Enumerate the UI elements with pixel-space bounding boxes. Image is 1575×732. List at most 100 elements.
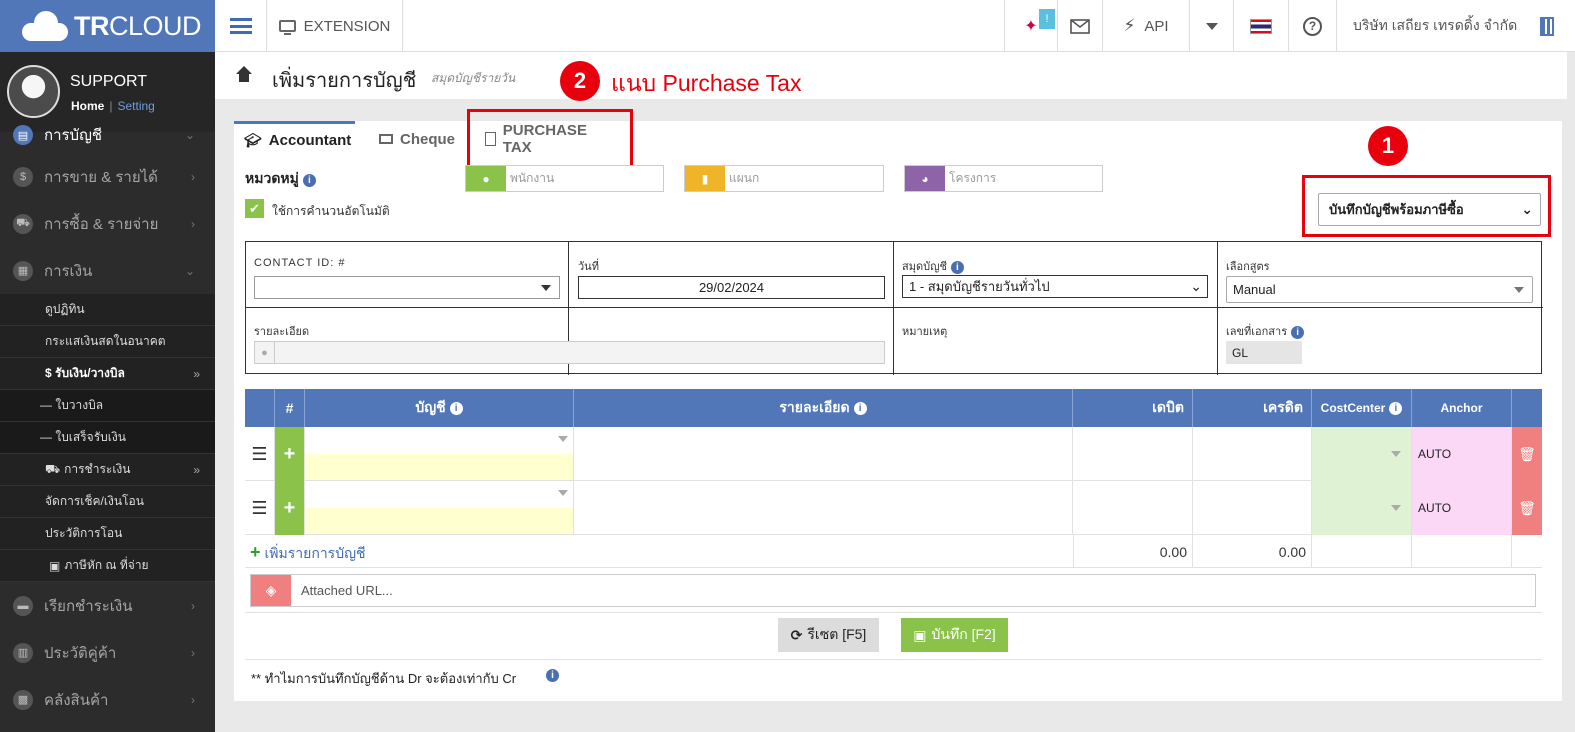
actions-row: ⟳ รีเซต [F5] ▣ บันทึก [F2] [245,613,1542,660]
home-link[interactable]: Home [71,99,104,113]
money-icon: ▬ [13,595,33,616]
avatar[interactable] [7,65,60,118]
drag-handle-icon[interactable]: ☰ [245,427,275,481]
sidebar-sub-receive[interactable]: $ รับเงิน/วางบิล » [0,358,215,390]
record-mode-select[interactable]: บันทึกบัญชีพร้อมภาษีซื้อ ⌄ [1318,193,1541,226]
sidebar-item-label: การขาย & รายได้ [44,168,158,186]
credit-cell[interactable] [1193,427,1312,481]
add-line-button[interactable]: + [275,481,305,535]
trash-icon[interactable]: 🗑︎ [1512,427,1542,481]
add-row-link[interactable]: + เพิ่มรายการบัญชี [250,542,366,565]
sidebar-item-collection[interactable]: ▬ เรียกชำระเงิน › [0,582,215,629]
docno-label-text: เลขที่เอกสาร [1226,326,1288,338]
account-select[interactable] [305,481,574,535]
page-subtitle: สมุดบัญชีรายวัน [431,71,516,85]
api-button[interactable]: ⚡ API [1103,0,1190,52]
api-label: API [1144,17,1169,35]
pie-chart-icon: ◕ [905,166,945,191]
double-chevron-right-icon: » [193,462,200,477]
cloud-icon [22,11,68,41]
sidebar-item-sales[interactable]: $ การขาย & รายได้ › [0,153,215,200]
detail-cell[interactable] [574,427,1073,481]
monitor-icon [278,20,296,35]
sidebar-sub-label: $ รับเงิน/วางบิล [45,366,125,380]
formula-label: เลือกสูตร [1226,261,1270,273]
extension-button[interactable]: EXTENSION [267,0,403,52]
floppy-icon: ▣ [913,626,927,643]
caret-down-icon [1391,451,1401,457]
language-button[interactable] [1234,0,1289,52]
debit-cell[interactable] [1073,427,1193,481]
reset-label: รีเซต [F5] [807,626,867,642]
announcement-button[interactable]: ✦ ! [1004,0,1058,52]
info-icon: i [1389,401,1403,415]
employee-field[interactable]: ● พนักงาน [465,165,664,192]
col-header-hash: # [275,389,305,427]
annotation-badge-1: 1 [1368,126,1408,166]
sidebar-item-accounting[interactable]: ▤ การบัญชี ⌄ [0,125,215,145]
add-line-button[interactable]: + [275,427,305,481]
sidebar-item-label: เรียกชำระเงิน [44,597,133,615]
sidebar-item-partner-history[interactable]: ▥ ประวัติคู่ค้า › [0,629,215,676]
anchor-cell[interactable]: AUTO [1412,481,1512,535]
save-button[interactable]: ▣ บันทึก [F2] [901,618,1008,652]
auto-calc-checkbox[interactable]: ✔ [245,199,264,218]
setting-link[interactable]: Setting [117,99,154,113]
sidebar-sub-receipt[interactable]: — ใบเสร็จรับเงิน [0,422,215,454]
mail-button[interactable] [1058,0,1103,52]
journal-value: 1 - สมุดบัญชีรายวันทั่วไป [909,279,1050,294]
detail-input[interactable]: ● [254,341,885,364]
costcenter-select[interactable] [1312,427,1412,481]
credit-cell[interactable] [1193,481,1312,535]
tab-cheque[interactable]: Cheque [379,121,469,157]
info-icon[interactable]: i [546,669,559,682]
logo[interactable]: TRCLOUD [0,0,215,52]
sidebar-item-purchase[interactable]: ⛟ การซื้อ & รายจ่าย › [0,200,215,247]
dropdown-button[interactable] [1190,0,1234,52]
sidebar-item-inventory[interactable]: ▩ คลังสินค้า › [0,676,215,723]
main-content: เพิ่มรายการบัญชี สมุดบัญชีรายวัน 2 แนบ P… [215,52,1575,732]
annotation-badge-2: 2 [560,61,600,101]
cheque-icon [379,134,393,144]
tab-accountant[interactable]: 🎓︎ Accountant [234,121,355,157]
attached-url-field[interactable]: ◈ Attached URL... [250,574,1536,607]
cart-icon: ⛟ [13,213,33,234]
attached-url-placeholder: Attached URL... [301,583,393,598]
sidebar-sub-transfer-history[interactable]: ประวัติการโอน [0,518,215,550]
formula-value: Manual [1233,282,1276,297]
col-header-costcenter: CostCenter i [1312,389,1412,427]
employee-placeholder: พนักงาน [510,171,555,185]
debit-cell[interactable] [1073,481,1193,535]
sidebar-sub-payment[interactable]: ⛟ การชำระเงิน » [0,454,215,486]
sidebar-sub-cashflow[interactable]: กระแสเงินสดในอนาคต [0,326,215,358]
help-button[interactable]: ? [1289,0,1337,52]
chevron-down-icon: ⌄ [1190,278,1202,294]
department-field[interactable]: ▮ แผนก [684,165,884,192]
date-input[interactable]: 29/02/2024 [578,276,885,299]
account-select[interactable] [305,427,574,481]
contact-select[interactable] [254,276,560,299]
record-mode-value: บันทึกบัญชีพร้อมภาษีซื้อ [1329,202,1464,217]
docno-input[interactable]: GL [1226,341,1302,364]
company-switcher[interactable]: บริษัท เสถียร เทรดดิ้ง จำกัด [1337,0,1575,52]
journal-select[interactable]: 1 - สมุดบัญชีรายวันทั่วไป ⌄ [902,275,1208,298]
sidebar-sub-cheque[interactable]: จัดการเช็ค/เงินโอน [0,486,215,518]
formula-select[interactable]: Manual [1226,276,1533,303]
menu-toggle-button[interactable] [215,0,267,52]
anchor-cell[interactable]: AUTO [1412,427,1512,481]
contact-label: CONTACT ID: # [254,257,346,269]
home-icon[interactable] [235,66,253,82]
sidebar-sub-calendar[interactable]: ดูปฏิทิน [0,294,215,326]
reset-button[interactable]: ⟳ รีเซต [F5] [778,618,879,652]
trash-icon[interactable]: 🗑︎ [1512,481,1542,535]
sidebar-sub-withholding[interactable]: ▣ ภาษีหัก ณ ที่จ่าย [0,550,215,582]
sidebar-sub-billing[interactable]: — ใบวางบิล [0,390,215,422]
totals-row: + เพิ่มรายการบัญชี 0.00 0.00 [245,535,1542,568]
project-field[interactable]: ◕ โครงการ [904,165,1103,192]
sidebar-item-label: คลังสินค้า [44,691,109,709]
costcenter-select[interactable] [1312,481,1412,535]
sidebar-item-label: ประวัติคู่ค้า [44,644,117,662]
detail-cell[interactable] [574,481,1073,535]
sidebar-item-finance[interactable]: ▦ การเงิน ⌄ [0,247,215,294]
drag-handle-icon[interactable]: ☰ [245,481,275,535]
